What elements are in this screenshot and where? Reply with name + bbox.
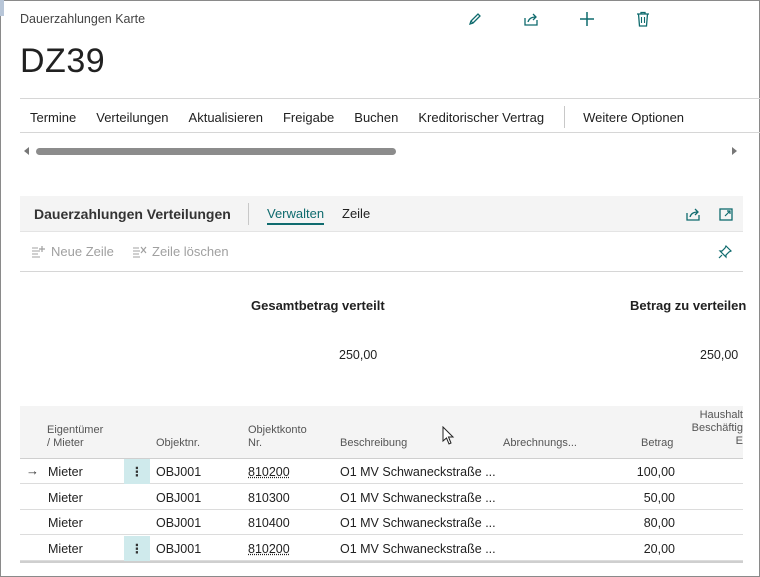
cell-account: 810400: [248, 516, 290, 530]
part-title: Dauerzahlungen Verteilungen: [34, 206, 231, 222]
column-header-description[interactable]: Beschreibung: [340, 437, 407, 450]
cell-owner: Mieter: [48, 491, 83, 505]
column-header-account-line2: Nr.: [248, 437, 263, 449]
grid-header: Eigentümer / Mieter Objektnr. Objektkont…: [20, 406, 743, 458]
delete-line-label: Zeile löschen: [152, 244, 229, 259]
column-header-owner-line2: / Mieter: [47, 437, 84, 449]
share-icon[interactable]: [522, 10, 540, 28]
new-line-icon: [32, 246, 45, 258]
cell-account: 810300: [248, 491, 290, 505]
cell-description: O1 MV Schwaneckstraße ...: [340, 542, 496, 556]
column-header-billing[interactable]: Abrechnungs...: [503, 437, 577, 450]
cell-account-link[interactable]: 810200: [248, 542, 290, 556]
column-header-account[interactable]: Objektkonto Nr.: [248, 424, 307, 450]
part-header: Dauerzahlungen Verteilungen Verwalten Ze…: [20, 196, 743, 232]
table-row[interactable]: → Mieter ⋮ OBJ001 810200 O1 MV Schwaneck…: [20, 459, 743, 484]
cell-owner: Mieter: [48, 465, 83, 479]
new-line-button[interactable]: Neue Zeile: [31, 244, 114, 259]
column-header-object[interactable]: Objektnr.: [156, 437, 200, 450]
column-header-extra[interactable]: Haushalt Beschäftig E: [688, 409, 743, 448]
divider: [20, 98, 760, 99]
cell-account-link[interactable]: 810200: [248, 465, 290, 479]
action-menu: Termine Verteilungen Aktualisieren Freig…: [20, 106, 694, 128]
menu-kreditorischer-vertrag[interactable]: Kreditorischer Vertrag: [418, 110, 544, 125]
tab-zeile[interactable]: Zeile: [342, 206, 370, 221]
row-actions-button[interactable]: ⋮: [124, 459, 150, 484]
edit-icon[interactable]: [466, 10, 484, 28]
table-row[interactable]: Mieter OBJ001 810400 O1 MV Schwaneckstra…: [20, 510, 743, 535]
table-row[interactable]: Mieter OBJ001 810300 O1 MV Schwaneckstra…: [20, 485, 743, 510]
menu-separator: [564, 106, 566, 128]
cell-description: O1 MV Schwaneckstraße ...: [340, 465, 496, 479]
amount-to-distribute-value: 250,00: [700, 348, 739, 362]
cell-object: OBJ001: [156, 491, 202, 505]
cell-description: O1 MV Schwaneckstraße ...: [340, 491, 496, 505]
cell-owner: Mieter: [48, 516, 83, 530]
column-header-extra-line1: Haushalt: [699, 409, 743, 421]
cell-amount: 50,00: [643, 491, 675, 505]
current-row-arrow-icon: →: [26, 463, 39, 478]
column-header-amount[interactable]: Betrag: [641, 437, 673, 450]
divider: [20, 132, 760, 133]
horizontal-scrollbar-thumb[interactable]: [36, 148, 396, 155]
cell-amount: 80,00: [643, 516, 675, 530]
cell-object: OBJ001: [156, 465, 202, 479]
pin-icon[interactable]: [716, 243, 734, 261]
row-actions-button[interactable]: ⋮: [124, 536, 150, 561]
menu-freigabe[interactable]: Freigabe: [283, 110, 334, 125]
menu-more-options[interactable]: Weitere Optionen: [583, 110, 684, 125]
cell-object: OBJ001: [156, 542, 202, 556]
mouse-cursor-icon: [442, 425, 456, 451]
cell-object: OBJ001: [156, 516, 202, 530]
part-toolbar: Neue Zeile Zeile löschen: [20, 232, 743, 272]
cell-amount: 20,00: [643, 542, 675, 556]
add-icon[interactable]: [578, 10, 596, 28]
menu-verteilungen[interactable]: Verteilungen: [96, 110, 168, 125]
left-accent: [0, 0, 4, 16]
column-header-owner[interactable]: Eigentümer / Mieter: [47, 424, 103, 450]
grid-bottom-border: [20, 561, 743, 563]
share-icon[interactable]: [684, 205, 702, 223]
column-header-extra-line2: Beschäftig: [691, 422, 743, 434]
amount-to-distribute-label: Betrag zu verteilen: [630, 298, 747, 313]
menu-aktualisieren[interactable]: Aktualisieren: [189, 110, 263, 125]
menu-termine[interactable]: Termine: [30, 110, 76, 125]
cell-amount: 100,00: [636, 465, 675, 479]
column-header-account-line1: Objektkonto: [248, 424, 307, 436]
cell-description: O1 MV Schwaneckstraße ...: [340, 516, 496, 530]
part-separator: [248, 203, 249, 225]
column-header-extra-line3: E: [735, 435, 743, 447]
table-row[interactable]: Mieter ⋮ OBJ001 810200 O1 MV Schwaneckst…: [20, 536, 743, 561]
expand-icon[interactable]: [717, 205, 735, 223]
new-line-label: Neue Zeile: [51, 244, 114, 259]
total-distributed-label: Gesamtbetrag verteilt: [251, 298, 385, 313]
scroll-left-arrow[interactable]: [24, 147, 29, 155]
menu-buchen[interactable]: Buchen: [354, 110, 398, 125]
total-distributed-value: 250,00: [339, 348, 378, 362]
page-title: DZ39: [20, 42, 106, 80]
divider: [20, 271, 743, 272]
breadcrumb: Dauerzahlungen Karte: [20, 12, 146, 26]
delete-icon[interactable]: [634, 10, 652, 28]
column-header-owner-line1: Eigentümer: [47, 424, 104, 436]
tab-verwalten[interactable]: Verwalten: [267, 206, 325, 225]
scroll-right-arrow[interactable]: [732, 147, 737, 155]
cell-owner: Mieter: [48, 542, 83, 556]
delete-line-icon: [133, 246, 147, 258]
delete-line-button[interactable]: Zeile löschen: [132, 244, 229, 259]
